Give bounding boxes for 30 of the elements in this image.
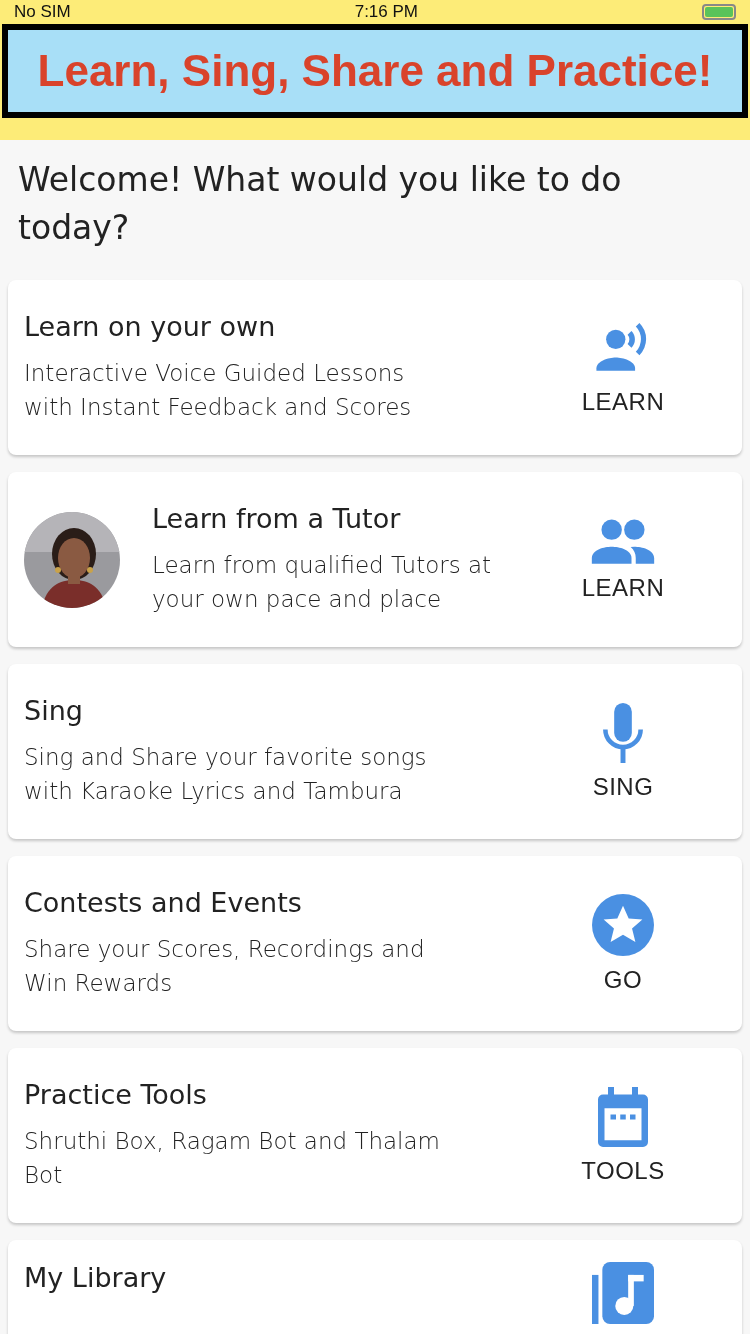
option-card[interactable]: My Library bbox=[8, 1240, 742, 1334]
option-card[interactable]: Learn on your own Interactive Voice Guided Lessons with Instant Feedback and Scores LEARN bbox=[8, 280, 742, 455]
card-description: Sing and Share your favorite songs with Karaoke Lyrics and Tambura bbox=[24, 743, 428, 806]
option-card[interactable]: Learn from a Tutor Learn from qualified Tutors at your own pace and place LEARN bbox=[8, 472, 742, 647]
option-card[interactable]: Contests and Events Share your Scores, Recordings and Win Rewards GO bbox=[8, 856, 742, 1031]
card-description: Share your Scores, Recordings and Win Rewards bbox=[24, 935, 426, 998]
option-card[interactable]: Practice Tools Shruthi Box, Ragam Bot and Thalam Bot TOOLS bbox=[8, 1048, 742, 1223]
welcome-heading: Welcome! What would you like to do today? bbox=[18, 159, 623, 249]
card-title: Learn on your own bbox=[24, 311, 277, 342]
microphone-icon bbox=[601, 702, 645, 763]
music-library-icon bbox=[592, 1262, 654, 1324]
people-icon bbox=[589, 517, 657, 564]
card-description: Learn from qualified Tutors at your own pace and place bbox=[152, 551, 493, 614]
card-title: Learn from a Tutor bbox=[152, 503, 402, 534]
action-label[interactable]: GO bbox=[603, 965, 643, 994]
action-label[interactable]: SING bbox=[592, 772, 654, 801]
card-title: Contests and Events bbox=[24, 887, 303, 918]
battery-icon bbox=[702, 4, 736, 20]
banner-title: Learn, Sing, Share and Practice! bbox=[37, 46, 713, 96]
card-title: My Library bbox=[24, 1262, 168, 1293]
action-label[interactable]: LEARN bbox=[581, 573, 665, 602]
card-title: Sing bbox=[24, 695, 84, 726]
carrier-label: No SIM bbox=[14, 2, 71, 22]
option-card[interactable]: Sing Sing and Share your favorite songs with Karaoke Lyrics and Tambura SING bbox=[8, 664, 742, 839]
action-label[interactable]: TOOLS bbox=[581, 1156, 665, 1185]
action-label[interactable]: LEARN bbox=[581, 387, 665, 416]
card-title: Practice Tools bbox=[24, 1079, 208, 1110]
clock-time: 7:16 PM bbox=[354, 2, 418, 22]
card-description: Interactive Voice Guided Lessons with Instant Feedback and Scores bbox=[24, 359, 413, 422]
card-description: Shruthi Box, Ragam Bot and Thalam Bot bbox=[24, 1127, 441, 1190]
